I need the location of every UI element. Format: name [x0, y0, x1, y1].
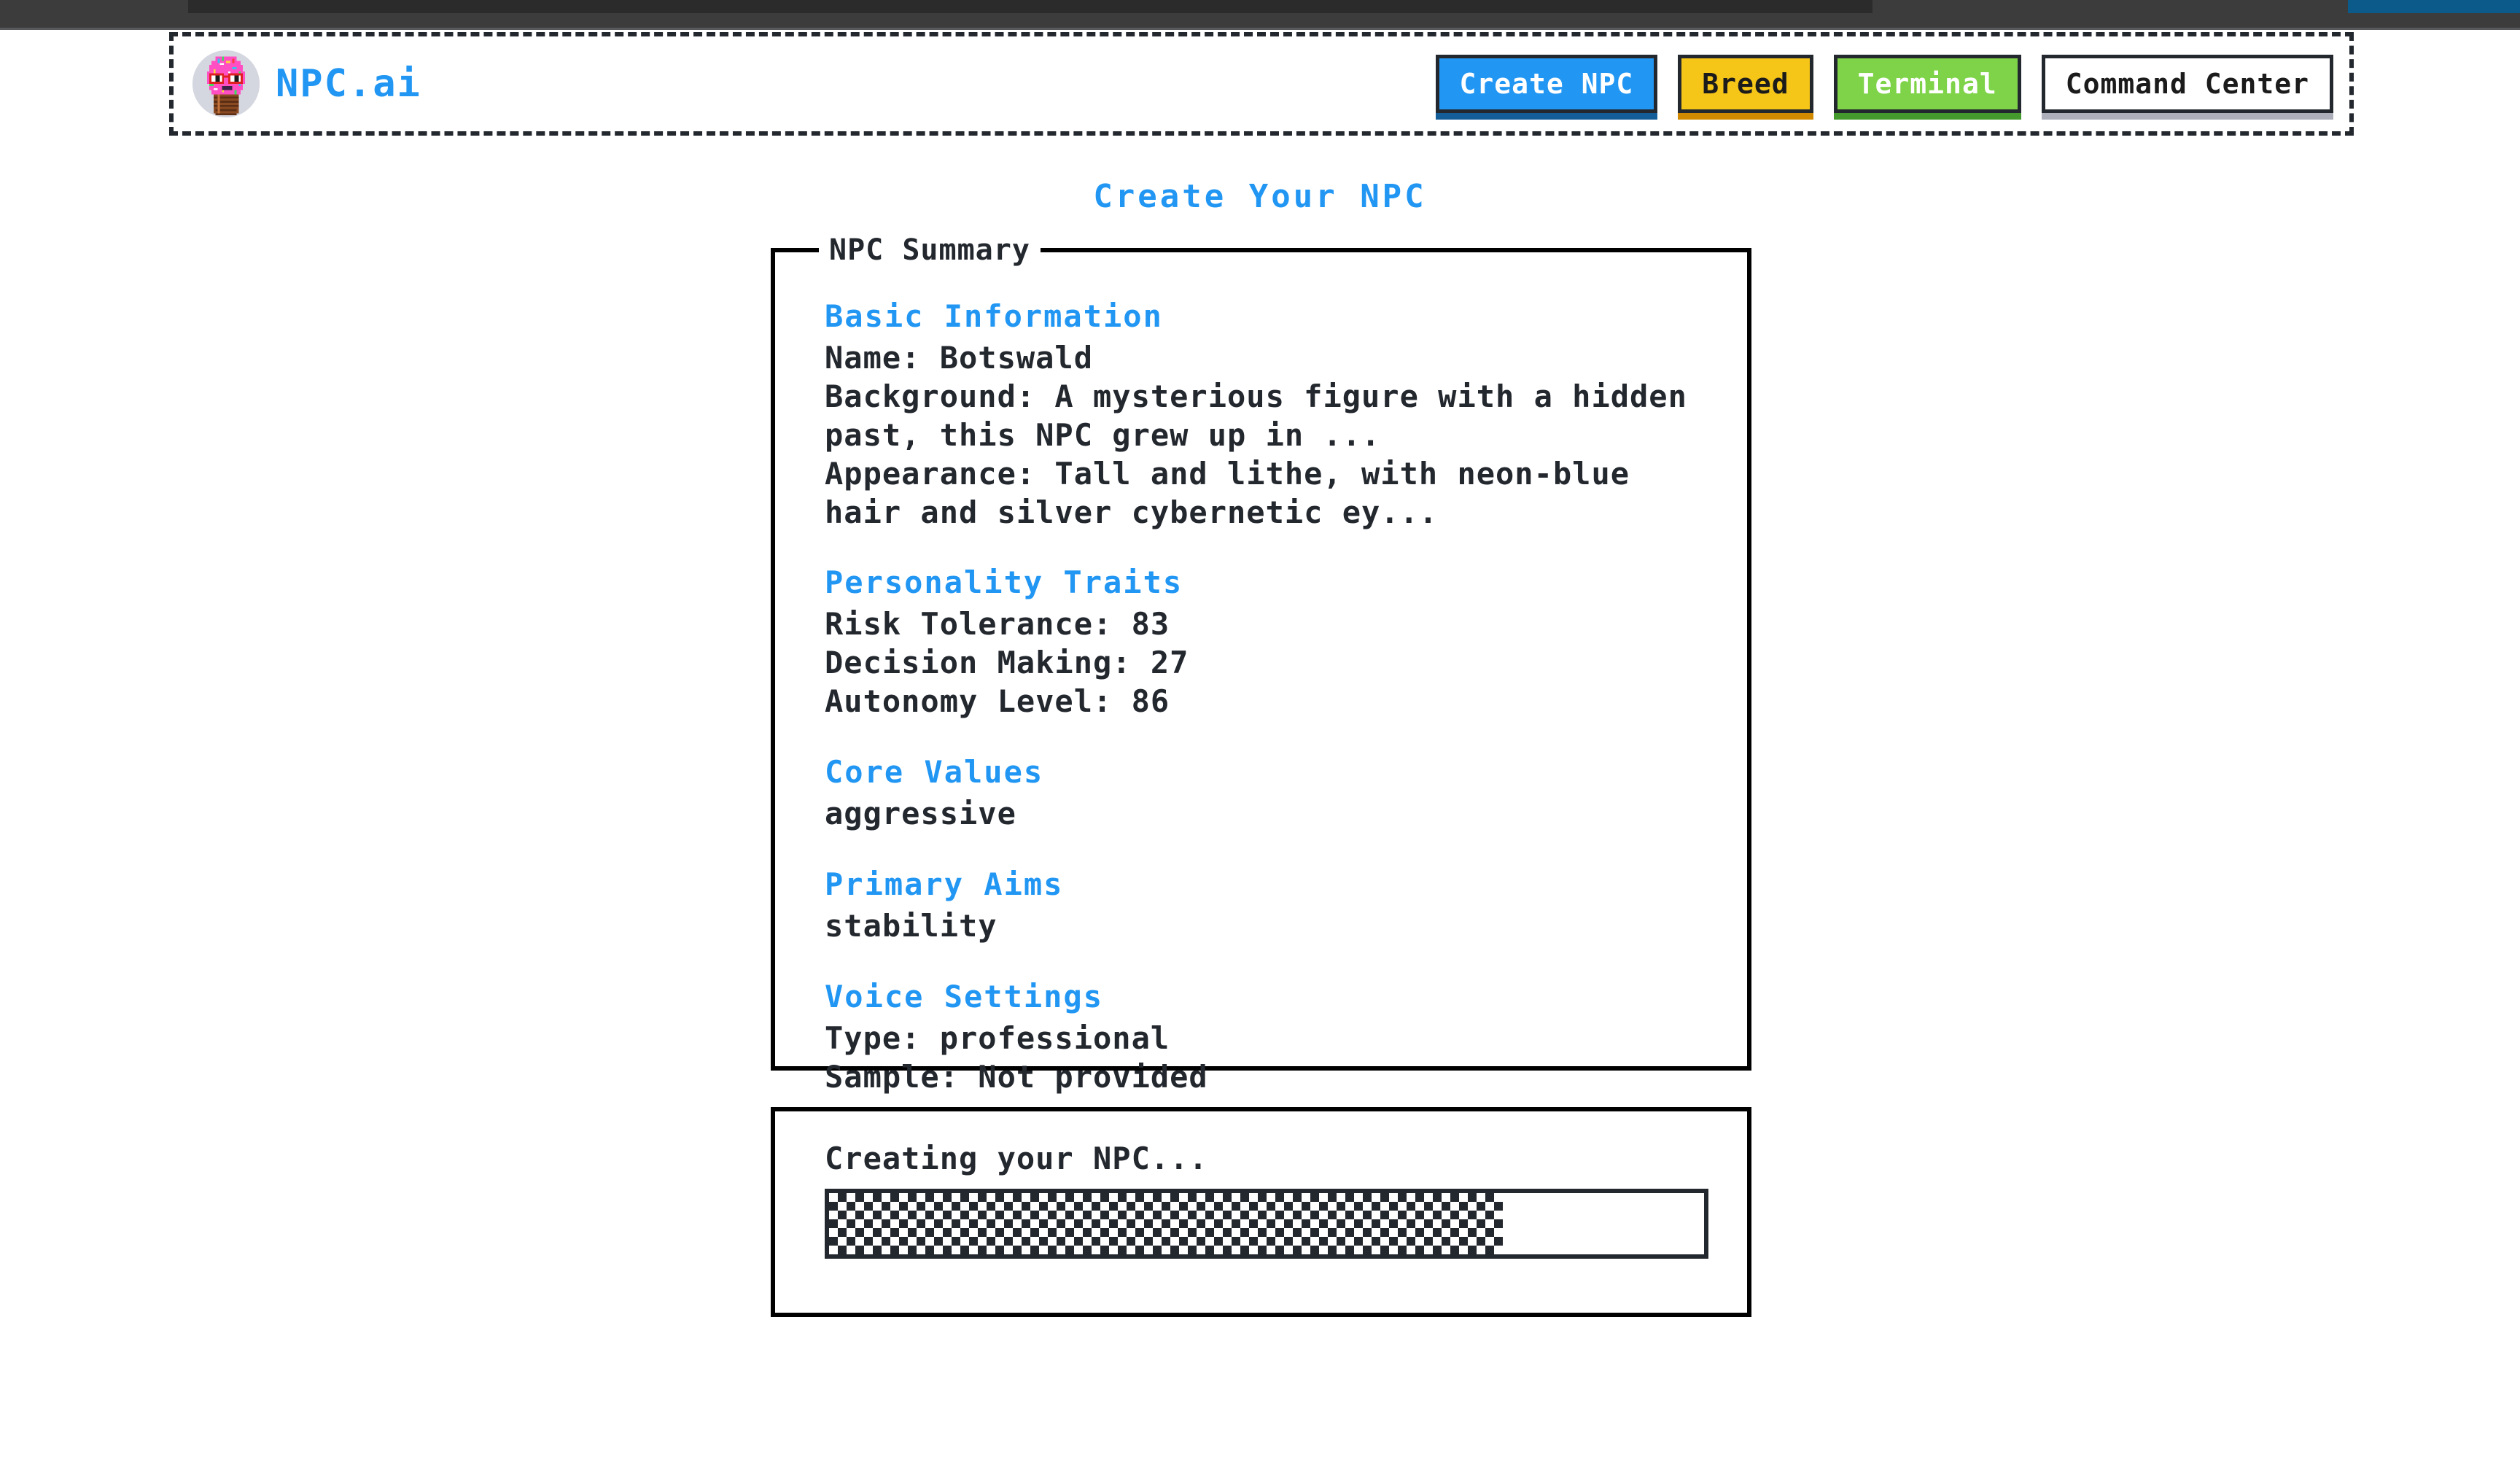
breed-button[interactable]: Breed [1678, 55, 1813, 113]
page-title: Create Your NPC [1093, 178, 1427, 215]
section-line: Risk Tolerance: 83 [825, 606, 1170, 642]
section-title: Core Values [825, 754, 1044, 791]
browser-active-tab[interactable] [188, 0, 1872, 13]
npc-summary-legend: NPC Summary [819, 233, 1041, 267]
section-line: Appearance: Tall and lithe, with neon-bl… [825, 455, 1630, 530]
section-personality-traits: Personality Traits Risk Tolerance: 83 De… [825, 564, 1714, 721]
section-title: Voice Settings [825, 978, 1104, 1014]
section-line: Autonomy Level: 86 [825, 683, 1170, 720]
browser-tab-strip [0, 0, 2520, 30]
section-line: stability [825, 907, 998, 944]
npc-summary-body: Basic Information Name: Botswald Backgro… [775, 252, 1747, 1096]
section-core-values: Core Values aggressive [825, 753, 1714, 834]
npc-summary-panel: NPC Summary Basic Information Name: Bots… [771, 233, 1751, 1095]
brand[interactable]: NPC.ai [192, 50, 421, 117]
section-title: Basic Information [825, 298, 1163, 334]
creation-progress-panel: Creating your NPC... [771, 1107, 1751, 1317]
brand-name: NPC.ai [276, 62, 421, 106]
section-line: Type: professional [825, 1020, 1170, 1056]
section-basic-information: Basic Information Name: Botswald Backgro… [825, 298, 1714, 532]
create-npc-button[interactable]: Create NPC [1435, 55, 1658, 113]
browser-secondary-tab[interactable] [2348, 0, 2520, 13]
app-header: NPC.ai Create NPC Breed Terminal Command… [169, 32, 2354, 136]
progress-bar-fill [829, 1193, 1503, 1255]
header-nav: Create NPC Breed Terminal Command Center [1435, 55, 2333, 113]
progress-bar [825, 1189, 1708, 1259]
section-title: Personality Traits [825, 564, 1183, 601]
section-line: Sample: Not provided [825, 1058, 1208, 1095]
section-line: Decision Making: 27 [825, 645, 1189, 681]
terminal-button[interactable]: Terminal [1833, 55, 2021, 113]
section-line: aggressive [825, 795, 1016, 831]
section-line: Name: Botswald [825, 339, 1094, 376]
section-line: Background: A mysterious figure with a h… [825, 378, 1687, 453]
progress-status-text: Creating your NPC... [825, 1141, 1208, 1176]
section-primary-aims: Primary Aims stability [825, 866, 1714, 946]
section-title: Primary Aims [825, 866, 1064, 902]
section-voice-settings: Voice Settings Type: professional Sample… [825, 978, 1714, 1097]
command-center-button[interactable]: Command Center [2041, 55, 2333, 113]
ice-cream-cone-logo-icon [192, 50, 260, 117]
